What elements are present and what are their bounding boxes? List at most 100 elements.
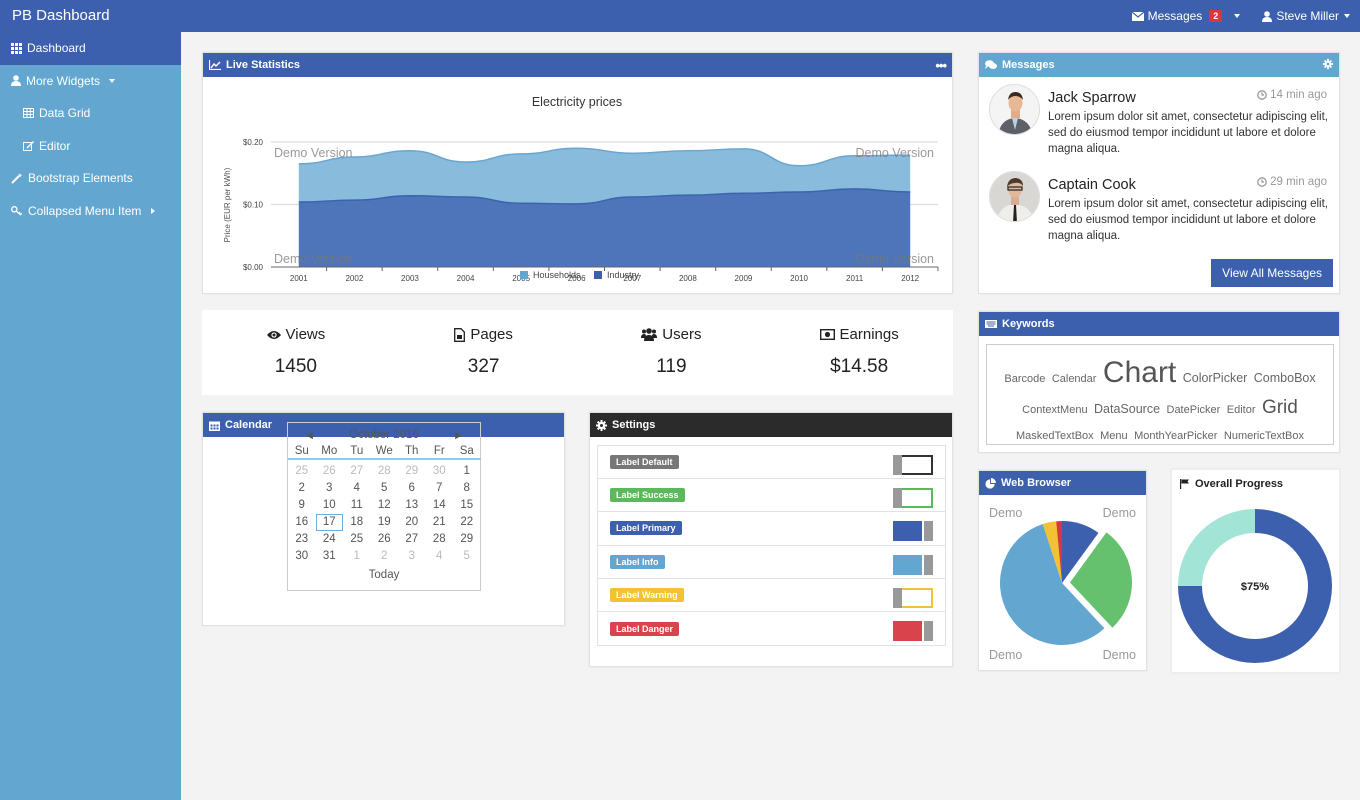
stat-users: Users 119 [578, 310, 766, 395]
calendar-panel: Calendar ◀ October 2016 ▶ Su Mo Tu We Th Fr Sa… [202, 412, 565, 626]
keyword-editor[interactable]: Editor [1227, 404, 1256, 416]
keyword-datepicker[interactable]: DatePicker [1167, 404, 1221, 416]
calendar-day[interactable]: 5 [371, 480, 399, 497]
calendar-day[interactable]: 29 [453, 531, 481, 548]
calendar-day[interactable]: 30 [288, 548, 316, 565]
panel-title: Overall Progress [1195, 478, 1284, 490]
calendar-day[interactable]: 25 [288, 463, 316, 480]
toggle-switch[interactable] [893, 554, 933, 575]
calendar-day[interactable]: 21 [426, 514, 454, 531]
toggle-switch[interactable] [893, 521, 933, 542]
message-item[interactable]: Jack Sparrow Lorem ipsum dolor sit amet, … [979, 84, 1339, 157]
toggle-switch[interactable] [893, 587, 933, 608]
keyword-calendar[interactable]: Calendar [1052, 373, 1097, 385]
keyword-numerictextbox[interactable]: NumericTextBox [1224, 430, 1304, 442]
ellipsis-icon[interactable]: ••• [935, 58, 947, 73]
keyword-chart[interactable]: Chart [1103, 356, 1176, 389]
sidebar-item-dashboard[interactable]: Dashboard [0, 32, 181, 65]
calendar-day[interactable]: 20 [398, 514, 426, 531]
sidebar-item-collapsed-menu-item[interactable]: Collapsed Menu Item [0, 195, 181, 228]
calendar-day[interactable]: 19 [371, 514, 399, 531]
calendar-day[interactable]: 3 [398, 548, 426, 565]
calendar-day[interactable]: 26 [316, 463, 344, 480]
sidebar-item-label: Bootstrap Elements [28, 171, 133, 186]
calendar-day[interactable]: 27 [343, 463, 371, 480]
keyword-combobox[interactable]: ComboBox [1254, 371, 1316, 385]
calendar-day[interactable]: 11 [343, 497, 371, 514]
calendar-month-title[interactable]: October 2016 [349, 429, 419, 441]
sidebar-item-label: Data Grid [39, 106, 91, 121]
brand-title[interactable]: PB Dashboard [12, 7, 110, 24]
toggle-switch[interactable] [893, 620, 933, 641]
panel-title: Keywords [1002, 318, 1055, 330]
calendar-day[interactable]: 28 [426, 531, 454, 548]
calendar-day[interactable]: 31 [316, 548, 344, 565]
calendar-day[interactable]: 27 [398, 531, 426, 548]
gear-icon[interactable] [1323, 58, 1333, 72]
keyword-barcode[interactable]: Barcode [1004, 373, 1045, 385]
keyword-grid[interactable]: Grid [1262, 397, 1298, 418]
y-tick-label: $0.20 [243, 138, 264, 147]
calendar-day[interactable]: 9 [288, 497, 316, 514]
settings-row: Label Success [598, 479, 945, 513]
calendar-day[interactable]: 3 [316, 480, 344, 497]
calendar-day[interactable]: 7 [426, 480, 454, 497]
sidebar-item-more-widgets[interactable]: More Widgets [0, 65, 181, 98]
keyword-menu[interactable]: Menu [1100, 430, 1128, 442]
calendar-day[interactable]: 5 [453, 548, 481, 565]
weekday-header: Tu [343, 443, 371, 460]
sidebar-item-bootstrap-elements[interactable]: Bootstrap Elements [0, 162, 181, 195]
calendar-day[interactable]: 14 [426, 497, 454, 514]
toggle-switch[interactable] [893, 488, 933, 509]
calendar-day[interactable]: 2 [371, 548, 399, 565]
calendar-day[interactable]: 16 [288, 514, 316, 531]
chevron-down-icon [109, 78, 116, 83]
calendar-day[interactable]: 12 [371, 497, 399, 514]
stat-label-row: Earnings [765, 326, 953, 343]
calendar-day[interactable]: 25 [343, 531, 371, 548]
keyword-colorpicker[interactable]: ColorPicker [1183, 371, 1248, 385]
calendar-day[interactable]: 22 [453, 514, 481, 531]
today-button[interactable]: Today [288, 569, 480, 581]
calendar-day[interactable]: 24 [316, 531, 344, 548]
message-item[interactable]: Captain Cook Lorem ipsum dolor sit amet, … [979, 171, 1339, 244]
calendar-day[interactable]: 4 [343, 480, 371, 497]
keyword-monthyearpicker[interactable]: MonthYearPicker [1134, 430, 1217, 442]
sidebar-item-data-grid[interactable]: Data Grid [0, 97, 181, 130]
chart-title: Electricity prices [532, 95, 622, 109]
calendar-day[interactable]: 26 [371, 531, 399, 548]
view-all-messages-button[interactable]: View All Messages [1211, 259, 1333, 287]
user-dropdown[interactable]: Steve Miller [1262, 9, 1350, 23]
stat-value: $14.58 [830, 356, 889, 377]
messages-dropdown[interactable]: Messages 2 [1131, 9, 1241, 23]
calendar-day[interactable]: 23 [288, 531, 316, 548]
next-month-button[interactable]: ▶ [455, 430, 462, 441]
overall-progress-donut: $75% [1178, 509, 1332, 663]
calendar-day[interactable]: 2 [288, 480, 316, 497]
legend-label-industry[interactable]: Industry [607, 270, 640, 280]
keyword-contextmenu[interactable]: ContextMenu [1022, 404, 1087, 416]
calendar-day[interactable]: 18 [343, 514, 371, 531]
calendar-day[interactable]: 30 [426, 463, 454, 480]
weekday-header: Fr [425, 443, 453, 460]
calendar-day[interactable]: 13 [398, 497, 426, 514]
calendar-day[interactable]: 4 [426, 548, 454, 565]
calendar-day[interactable]: 8 [453, 480, 481, 497]
calendar-day[interactable]: 1 [453, 463, 481, 480]
keyword-datasource[interactable]: DataSource [1094, 402, 1160, 416]
calendar-day[interactable]: 10 [316, 497, 344, 514]
legend-label-households[interactable]: Households [533, 270, 581, 280]
sidebar-item-editor[interactable]: Editor [0, 130, 181, 163]
calendar-day[interactable]: 15 [453, 497, 481, 514]
keyword-maskedtextbox[interactable]: MaskedTextBox [1016, 430, 1094, 442]
toggle-switch[interactable] [893, 455, 933, 475]
calendar-day[interactable]: 6 [398, 480, 426, 497]
calendar-day[interactable]: 28 [371, 463, 399, 480]
toggle-knob [893, 587, 902, 608]
live-statistics-header: Live Statistics ••• [203, 53, 952, 77]
calendar-day[interactable]: 29 [398, 463, 426, 480]
calendar-day[interactable]: 1 [343, 548, 371, 565]
calendar-day-selected[interactable]: 17 [315, 514, 343, 531]
panel-title: Settings [612, 419, 656, 431]
prev-month-button[interactable]: ◀ [306, 430, 313, 441]
